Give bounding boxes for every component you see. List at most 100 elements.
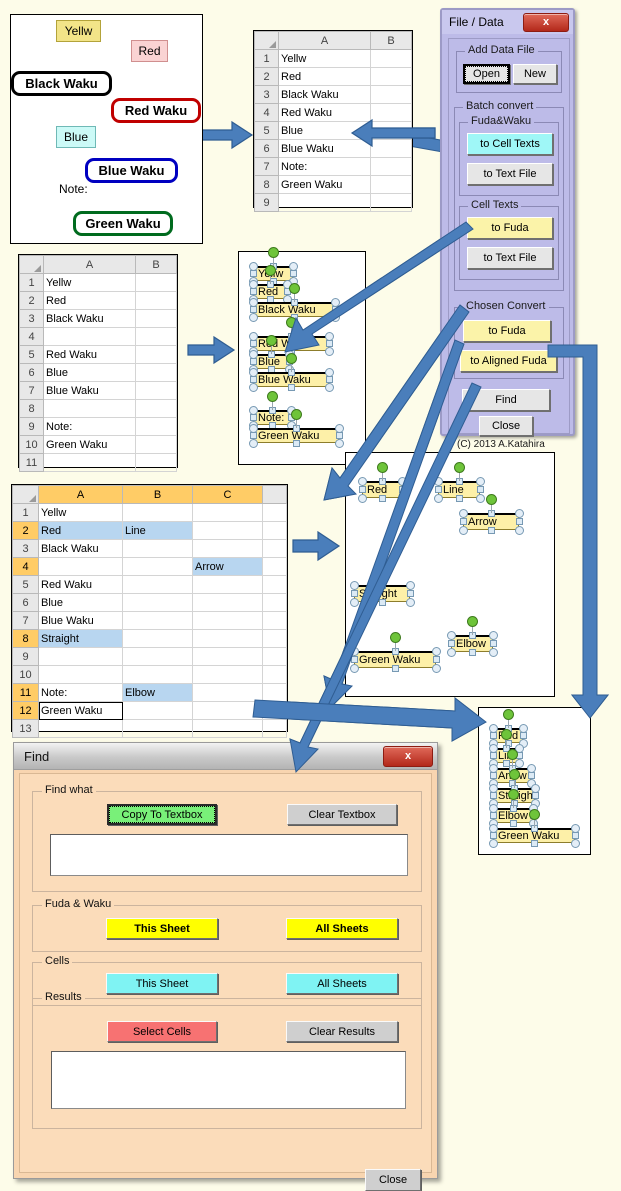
find-button[interactable]: Find xyxy=(462,389,550,411)
cell-d[interactable] xyxy=(262,611,287,630)
selection-handle[interactable] xyxy=(249,376,257,383)
cell-b[interactable] xyxy=(135,363,177,382)
cell-a[interactable]: Blue xyxy=(38,593,123,612)
clear-results-button[interactable]: Clear Results xyxy=(286,1021,398,1042)
selection-handle[interactable] xyxy=(289,270,297,277)
cells-this-sheet-button[interactable]: This Sheet xyxy=(106,973,218,994)
select-cells-button[interactable]: Select Cells xyxy=(107,1021,217,1042)
rotate-handle-icon[interactable] xyxy=(501,729,512,740)
selection-handle[interactable] xyxy=(489,792,497,799)
selection-handle[interactable] xyxy=(475,493,485,503)
cell-a[interactable]: Red Waku xyxy=(278,103,371,122)
find-dialog[interactable]: Find x Find what Copy To Textbox Clear T… xyxy=(13,742,438,1191)
cell-b[interactable] xyxy=(122,665,193,684)
find-close-button[interactable]: Close xyxy=(365,1169,421,1191)
selection-handle[interactable] xyxy=(378,598,386,606)
sheet-corner[interactable] xyxy=(19,255,44,274)
cell-c[interactable]: Arrow xyxy=(192,557,263,576)
close-icon[interactable]: x xyxy=(383,745,433,767)
selection-handle[interactable] xyxy=(349,580,359,590)
row-header[interactable]: 3 xyxy=(254,85,279,104)
cell-b[interactable] xyxy=(135,381,177,400)
row-header[interactable]: 12 xyxy=(12,701,39,720)
selection-handle[interactable] xyxy=(489,832,497,839)
canvas-shapes[interactable]: Red Line Arrow Straight Elbow Green Waku xyxy=(345,452,555,697)
col-header-b[interactable]: B xyxy=(135,255,177,274)
selection-handle[interactable] xyxy=(476,486,484,493)
cell-c[interactable] xyxy=(192,683,263,702)
selection-handle[interactable] xyxy=(335,432,343,439)
selection-handle[interactable] xyxy=(431,646,441,656)
row-header[interactable]: 4 xyxy=(19,327,44,346)
cell-c[interactable] xyxy=(192,575,263,594)
row-header[interactable]: 2 xyxy=(254,67,279,86)
sheet-bottom[interactable]: A B C 1 Yellw 2 Red Line 3 Black Waku 4 Arrow… xyxy=(11,484,288,738)
rotate-handle-icon[interactable] xyxy=(390,632,401,643)
cell-a[interactable]: Yellw xyxy=(278,49,371,68)
rotate-handle-icon[interactable] xyxy=(454,462,465,473)
rotate-handle-icon[interactable] xyxy=(266,335,277,346)
selection-handle[interactable] xyxy=(391,664,399,672)
row-header[interactable]: 7 xyxy=(254,157,279,176)
cell-a[interactable]: Red Waku xyxy=(43,345,136,364)
cell-b[interactable] xyxy=(370,139,412,158)
cell-b[interactable] xyxy=(122,503,193,522)
cell-b[interactable] xyxy=(370,175,412,194)
selection-handle[interactable] xyxy=(432,656,440,663)
waku-blue[interactable]: Blue Waku xyxy=(85,158,178,183)
cell-d[interactable] xyxy=(262,557,287,576)
cell-c[interactable] xyxy=(192,647,263,666)
row-header[interactable]: 1 xyxy=(19,273,44,292)
col-header-a[interactable]: A xyxy=(43,255,136,274)
fuda-all-sheets-button[interactable]: All Sheets xyxy=(286,918,398,939)
col-header-d[interactable] xyxy=(262,485,287,504)
rotate-handle-icon[interactable] xyxy=(291,409,302,420)
cell-a[interactable]: Green Waku xyxy=(38,701,123,720)
selection-handle[interactable] xyxy=(468,648,476,656)
cell-d[interactable] xyxy=(262,683,287,702)
cell-d[interactable] xyxy=(262,521,287,540)
selection-handle[interactable] xyxy=(325,376,333,383)
selection-handle[interactable] xyxy=(514,508,524,518)
cell-b[interactable] xyxy=(135,291,177,310)
row-header[interactable]: 13 xyxy=(12,719,39,738)
selection-handle[interactable] xyxy=(489,732,497,739)
selection-handle[interactable] xyxy=(433,493,443,503)
rotate-handle-icon[interactable] xyxy=(265,265,276,276)
col-header-b[interactable]: B xyxy=(122,485,193,504)
canvas-fuda[interactable]: YellwRedBlack WakuRed WakuBlueBlue WakuN… xyxy=(238,247,366,465)
cell-c[interactable] xyxy=(192,629,263,648)
cell-a[interactable] xyxy=(38,665,123,684)
copy-to-textbox-button[interactable]: Copy To Textbox xyxy=(107,804,217,825)
open-button[interactable]: Open xyxy=(463,64,510,84)
cell-a[interactable]: Red xyxy=(38,521,123,540)
row-header[interactable]: 2 xyxy=(19,291,44,310)
row-header[interactable]: 10 xyxy=(19,435,44,454)
close-icon[interactable]: x xyxy=(523,12,569,32)
fuda-this-sheet-button[interactable]: This Sheet xyxy=(106,918,218,939)
cell-d[interactable] xyxy=(262,665,287,684)
cell-b[interactable] xyxy=(122,701,193,720)
selection-handle[interactable] xyxy=(509,819,517,827)
rotate-handle-icon[interactable] xyxy=(268,247,279,258)
selection-handle[interactable] xyxy=(570,838,580,848)
cell-a[interactable] xyxy=(38,647,123,666)
selection-handle[interactable] xyxy=(489,640,497,647)
cell-a[interactable]: Blue Waku xyxy=(43,381,136,400)
row-header[interactable]: 3 xyxy=(19,309,44,328)
cell-a[interactable]: Note: xyxy=(43,417,136,436)
row-header[interactable]: 4 xyxy=(254,103,279,122)
selection-handle[interactable] xyxy=(357,493,367,503)
cell-a[interactable]: Note: xyxy=(38,683,123,702)
selection-handle[interactable] xyxy=(489,772,497,779)
selection-handle[interactable] xyxy=(433,476,443,486)
cell-a[interactable] xyxy=(43,327,136,346)
cell-a[interactable]: Red xyxy=(43,291,136,310)
row-header[interactable]: 5 xyxy=(12,575,39,594)
selection-handle[interactable] xyxy=(325,340,333,347)
row-header[interactable]: 7 xyxy=(12,611,39,630)
row-header[interactable]: 2 xyxy=(12,521,39,540)
cell-b[interactable] xyxy=(135,309,177,328)
selection-handle[interactable] xyxy=(249,270,257,277)
results-textbox[interactable] xyxy=(51,1051,406,1109)
